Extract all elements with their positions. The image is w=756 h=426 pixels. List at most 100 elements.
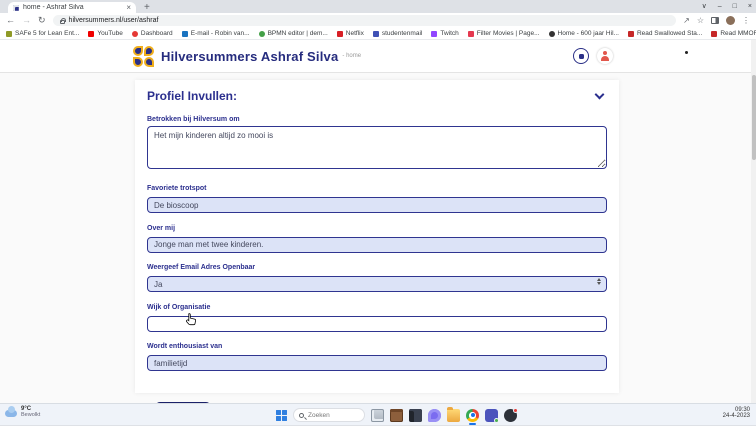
over-mij-input[interactable]	[147, 237, 607, 253]
close-icon[interactable]: ×	[748, 3, 752, 10]
tab-title: home - Ashraf Silva	[23, 4, 122, 11]
bookmark-item[interactable]: Home - 600 jaar Hil...	[549, 30, 619, 37]
chrome-icon[interactable]	[466, 409, 479, 422]
cloud-icon	[5, 410, 17, 417]
bookmark-favicon-icon	[259, 31, 265, 37]
task-view-icon[interactable]	[371, 409, 384, 422]
hilversummers-logo-icon	[133, 46, 154, 67]
site-brand-suffix: - home	[342, 53, 361, 59]
field-wijk: Wijk of Organisatie	[147, 304, 607, 332]
browser-menu-icon[interactable]: ⋮	[742, 17, 750, 25]
bookmark-favicon-icon	[431, 31, 437, 37]
form-title: Profiel Invullen:	[147, 89, 237, 103]
new-tab-button[interactable]: +	[144, 2, 150, 13]
bookmark-favicon-icon	[628, 31, 634, 37]
bookmark-favicon-icon	[88, 31, 94, 37]
scrollbar-thumb[interactable]	[752, 75, 756, 160]
file-explorer-icon[interactable]	[447, 409, 460, 422]
enthousiast-input[interactable]	[147, 355, 607, 371]
trotspot-input[interactable]	[147, 197, 607, 213]
tab-favicon-icon	[13, 5, 19, 11]
field-label: Betrokken bij Hilversum om	[147, 116, 607, 123]
stray-dot	[685, 51, 688, 54]
bookmark-item[interactable]: Dashboard	[132, 30, 173, 37]
dark-window-app-icon[interactable]	[409, 409, 422, 422]
weather-widget[interactable]: 9°C Bewolkt	[5, 406, 40, 418]
bookmark-favicon-icon	[549, 31, 555, 37]
web-page: Hilversummers Ashraf Silva - home Profie…	[0, 40, 756, 403]
bookmark-item[interactable]: YouTube	[88, 30, 123, 37]
field-label: Over mij	[147, 225, 607, 232]
window-dropdown-icon[interactable]: ∨	[702, 3, 707, 10]
field-label: Wijk of Organisatie	[147, 304, 607, 311]
field-label: Favoriete trotspot	[147, 185, 607, 192]
reload-icon[interactable]: ↻	[38, 16, 46, 25]
bookmark-item[interactable]: Read MMORPG: Re...	[711, 30, 756, 37]
profile-form-card: Profiel Invullen: Betrokken bij Hilversu…	[135, 80, 619, 393]
profile-avatar[interactable]	[726, 16, 735, 25]
bookmark-favicon-icon	[711, 31, 717, 37]
weather-condition: Bewolkt	[21, 412, 40, 418]
side-panel-icon[interactable]	[711, 17, 719, 24]
browser-tab-strip: home - Ashraf Silva × + ∨ – □ ×	[0, 0, 756, 13]
bookmark-favicon-icon	[373, 31, 379, 37]
select-spinner-icon	[597, 278, 601, 285]
clock-date: 24-4-2023	[723, 413, 750, 419]
bookmark-item[interactable]: Read Swallowed Sta...	[628, 30, 702, 37]
betrokken-textarea[interactable]: Het mijn kinderen altijd zo mooi is	[147, 126, 607, 169]
forward-icon: →	[22, 16, 31, 25]
field-email-openbaar: Weergeef Email Adres Openbaar Ja	[147, 264, 607, 292]
maximize-icon[interactable]: □	[733, 3, 737, 10]
lock-icon	[60, 20, 65, 24]
page-scrollbar[interactable]	[751, 40, 756, 403]
notification-app-icon[interactable]	[504, 409, 517, 422]
address-bar[interactable]: hilversummers.nl/user/ashraf	[53, 15, 677, 26]
profile-person-icon[interactable]	[597, 48, 613, 64]
field-label: Weergeef Email Adres Openbaar	[147, 264, 607, 271]
site-brand-title: Hilversummers Ashraf Silva	[161, 49, 338, 64]
status-green-dot	[494, 418, 499, 423]
field-betrokken: Betrokken bij Hilversum om Het mijn kind…	[147, 116, 607, 174]
bookmarks-bar: SAFe 5 for Lean Ent... YouTube Dashboard…	[0, 28, 756, 40]
bookmark-favicon-icon	[132, 31, 138, 37]
bookmark-item[interactable]: Filter Movies | Page...	[468, 30, 540, 37]
browser-tab[interactable]: home - Ashraf Silva ×	[8, 2, 136, 13]
field-label: Wordt enthousiast van	[147, 343, 607, 350]
search-placeholder: Zoeken	[308, 412, 330, 419]
notification-red-dot	[513, 408, 518, 413]
bookmark-favicon-icon	[182, 31, 188, 37]
bookmark-item[interactable]: BPMN editor | dem...	[259, 30, 328, 37]
taskbar-clock[interactable]: 09:30 24-4-2023	[723, 407, 750, 419]
bookmark-star-icon[interactable]: ☆	[697, 17, 704, 25]
header-circle-button[interactable]	[573, 48, 589, 64]
search-icon	[299, 413, 304, 418]
bookmark-item[interactable]: E-mail - Robin van...	[182, 30, 250, 37]
taskbar-search[interactable]: Zoeken	[293, 408, 365, 422]
briefcase-app-icon[interactable]	[390, 409, 403, 422]
tab-close-icon[interactable]: ×	[126, 4, 131, 12]
share-icon[interactable]: ↗	[683, 17, 690, 25]
teams-app-icon[interactable]	[485, 409, 498, 422]
start-button-icon[interactable]	[276, 410, 287, 421]
url-text: hilversummers.nl/user/ashraf	[69, 17, 159, 24]
field-trotspot: Favoriete trotspot	[147, 185, 607, 213]
chevron-down-icon[interactable]	[595, 90, 605, 100]
back-icon[interactable]: ←	[6, 16, 15, 25]
bookmark-favicon-icon	[6, 31, 12, 37]
bookmark-favicon-icon	[337, 31, 343, 37]
chat-app-icon[interactable]	[428, 409, 441, 422]
bookmark-item[interactable]: Netflix	[337, 30, 364, 37]
bookmark-item[interactable]: studentenmail	[373, 30, 422, 37]
wijk-input[interactable]	[147, 316, 607, 332]
browser-toolbar: ← → ↻ hilversummers.nl/user/ashraf ↗ ☆ ⋮	[0, 13, 756, 28]
field-enthousiast: Wordt enthousiast van	[147, 343, 607, 371]
bookmark-item[interactable]: Twitch	[431, 30, 458, 37]
email-openbaar-select[interactable]: Ja	[147, 276, 607, 292]
mouse-cursor-icon	[186, 313, 197, 326]
bookmark-item[interactable]: SAFe 5 for Lean Ent...	[6, 30, 79, 37]
minimize-icon[interactable]: –	[718, 3, 722, 10]
bookmark-favicon-icon	[468, 31, 474, 37]
windows-taskbar: 9°C Bewolkt Zoeken 09:30 24-4-2023	[0, 403, 756, 425]
field-over-mij: Over mij	[147, 225, 607, 253]
site-header: Hilversummers Ashraf Silva - home	[0, 40, 756, 73]
